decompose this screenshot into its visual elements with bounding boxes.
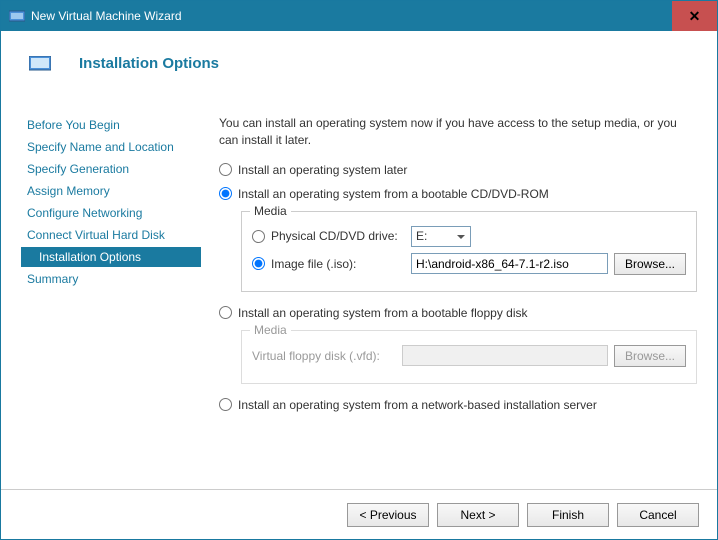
sidebar-item-installation-options[interactable]: Installation Options [21,247,201,267]
floppy-row: Virtual floppy disk (.vfd): Browse... [252,345,686,367]
radio-install-network[interactable] [219,398,232,411]
radio-install-later[interactable] [219,163,232,176]
sidebar-item-specify-generation[interactable]: Specify Generation [21,159,201,179]
radio-install-cddvd-label: Install an operating system from a boota… [238,187,549,201]
image-file-input[interactable] [411,253,608,274]
option-floppy-row: Install an operating system from a boota… [219,306,697,320]
physical-drive-value: E: [416,229,427,243]
wizard-window: New Virtual Machine Wizard ✕ Installatio… [0,0,718,540]
next-button[interactable]: Next > [437,503,519,527]
close-icon: ✕ [689,8,701,25]
option-network-row: Install an operating system from a netwo… [219,398,697,412]
physical-drive-select[interactable]: E: [411,226,471,247]
floppy-legend: Media [250,323,291,337]
sidebar: Before You Begin Specify Name and Locati… [21,115,201,489]
image-file-row: Image file (.iso): Browse... [252,253,686,275]
physical-drive-label: Physical CD/DVD drive: [271,229,411,243]
previous-button[interactable]: < Previous [347,503,429,527]
image-file-label: Image file (.iso): [271,257,411,271]
sidebar-item-summary[interactable]: Summary [21,269,201,289]
app-icon [9,8,25,24]
page-title: Installation Options [79,55,219,72]
monitor-icon [29,56,51,72]
option-later-row: Install an operating system later [219,163,697,177]
browse-vfd-button: Browse... [614,345,686,367]
radio-physical-drive[interactable] [252,230,265,243]
radio-install-later-label: Install an operating system later [238,163,407,177]
sidebar-item-specify-name[interactable]: Specify Name and Location [21,137,201,157]
floppy-label: Virtual floppy disk (.vfd): [252,349,402,363]
sidebar-item-before-you-begin[interactable]: Before You Begin [21,115,201,135]
close-button[interactable]: ✕ [672,1,717,31]
sidebar-item-configure-networking[interactable]: Configure Networking [21,203,201,223]
sidebar-item-assign-memory[interactable]: Assign Memory [21,181,201,201]
media-fieldset: Media Physical CD/DVD drive: E: Image fi… [241,211,697,292]
radio-install-cddvd[interactable] [219,187,232,200]
titlebar: New Virtual Machine Wizard ✕ [1,1,717,31]
cancel-button[interactable]: Cancel [617,503,699,527]
media-legend: Media [250,204,291,218]
option-cddvd-row: Install an operating system from a boota… [219,187,697,201]
body: Before You Begin Specify Name and Locati… [1,97,717,489]
window-title: New Virtual Machine Wizard [31,9,672,23]
footer: < Previous Next > Finish Cancel [1,489,717,539]
page-header: Installation Options [1,31,717,97]
physical-drive-row: Physical CD/DVD drive: E: [252,226,686,247]
radio-install-floppy-label: Install an operating system from a boota… [238,306,528,320]
floppy-fieldset: Media Virtual floppy disk (.vfd): Browse… [241,330,697,384]
radio-install-network-label: Install an operating system from a netwo… [238,398,597,412]
content-panel: You can install an operating system now … [201,115,697,489]
browse-iso-button[interactable]: Browse... [614,253,686,275]
radio-image-file[interactable] [252,257,265,270]
finish-button[interactable]: Finish [527,503,609,527]
floppy-input [402,345,608,366]
radio-install-floppy[interactable] [219,306,232,319]
intro-text: You can install an operating system now … [219,115,697,149]
sidebar-item-connect-vhd[interactable]: Connect Virtual Hard Disk [21,225,201,245]
